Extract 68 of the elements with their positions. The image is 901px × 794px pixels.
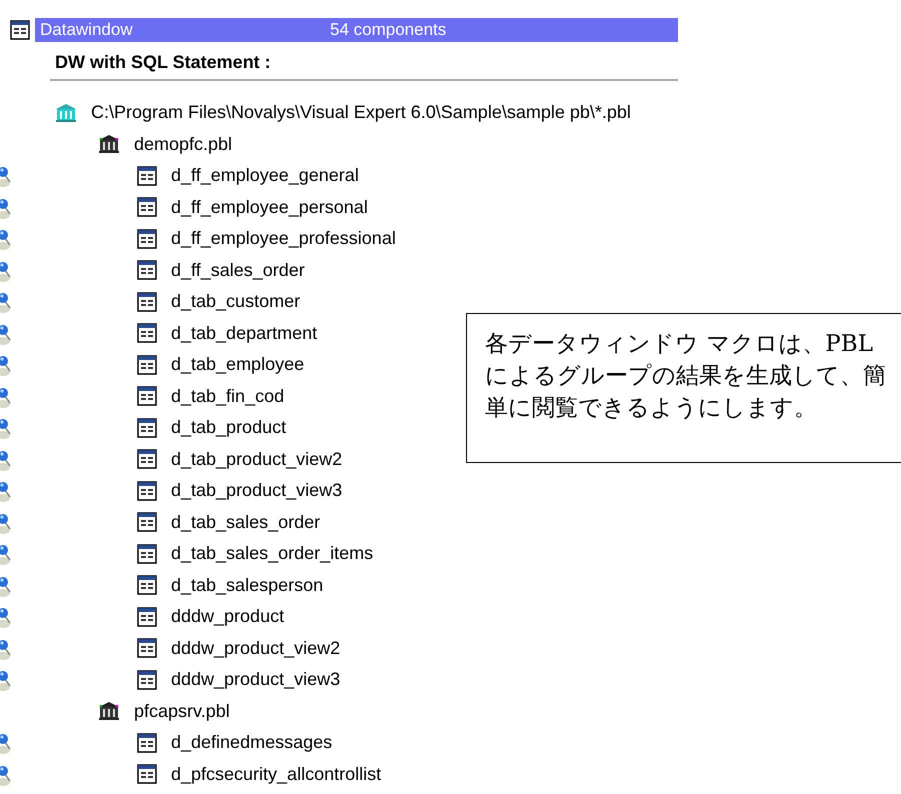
datawindow-icon bbox=[137, 575, 157, 596]
pin-icon bbox=[0, 764, 12, 786]
pin-icon bbox=[0, 733, 12, 755]
pin-icon bbox=[0, 386, 12, 408]
datawindow-icon bbox=[137, 638, 157, 658]
pin-icon bbox=[0, 418, 12, 440]
datawindow-icon bbox=[137, 292, 157, 312]
library-icon bbox=[98, 701, 120, 722]
tree-item[interactable]: d_pfcsecurity_allcontrollist bbox=[171, 764, 382, 785]
datawindow-icon bbox=[137, 228, 157, 249]
tree-item[interactable]: d_tab_sales_order_items bbox=[171, 543, 374, 564]
library-icon bbox=[55, 102, 77, 123]
tree-item[interactable]: d_tab_salesperson bbox=[171, 574, 324, 596]
pin-icon bbox=[0, 450, 12, 472]
datawindow-icon bbox=[137, 166, 157, 186]
pin-icon bbox=[0, 198, 12, 220]
datawindow-icon bbox=[137, 323, 157, 344]
datawindow-icon bbox=[137, 449, 157, 470]
pin-icon bbox=[0, 607, 12, 629]
datawindow-icon bbox=[137, 732, 157, 753]
datawindow-icon bbox=[137, 544, 157, 564]
datawindow-icon bbox=[137, 512, 157, 532]
pin-icon bbox=[0, 292, 12, 314]
datawindow-icon bbox=[137, 764, 157, 784]
pin-icon bbox=[0, 544, 12, 566]
datawindow-icon bbox=[137, 386, 157, 406]
pin-icon bbox=[0, 324, 12, 346]
library-icon bbox=[98, 134, 120, 154]
tree-item[interactable]: d_ff_employee_general bbox=[171, 165, 359, 186]
pin-icon bbox=[0, 481, 12, 503]
pin-icon bbox=[0, 355, 12, 377]
pin-icon bbox=[0, 512, 12, 534]
tree-item[interactable]: d_definedmessages bbox=[171, 732, 332, 754]
datawindow-icon bbox=[137, 480, 157, 501]
tree-item[interactable]: C:\Program Files\Novalys\Visual Expert 6.0\Sample\sample pb\*.pbl bbox=[91, 102, 631, 124]
tree-item[interactable]: d_tab_fin_cod bbox=[171, 386, 284, 407]
tree-item[interactable]: d_tab_product bbox=[171, 417, 286, 438]
tree-item[interactable]: d_tab_department bbox=[171, 322, 318, 344]
callout-note: 各データウィンドウ マクロは、PBL によるグループの結果を生成して、簡単に閲覧できるようにします。 bbox=[466, 313, 901, 463]
tree-item[interactable]: dddw_product_view2 bbox=[171, 638, 340, 659]
tree-item[interactable]: d_tab_product_view3 bbox=[171, 480, 342, 502]
tree-item[interactable]: d_tab_product_view2 bbox=[171, 448, 342, 470]
section-title: DW with SQL Statement : bbox=[50, 50, 678, 81]
datawindow-icon bbox=[137, 418, 157, 438]
tree-item[interactable]: d_ff_employee_professional bbox=[171, 228, 396, 250]
pin-icon bbox=[0, 638, 12, 660]
datawindow-icon bbox=[137, 354, 157, 375]
datawindow-icon bbox=[137, 606, 157, 627]
tree-item[interactable]: d_tab_customer bbox=[171, 291, 300, 312]
tree-item[interactable]: d_tab_employee bbox=[171, 354, 304, 376]
datawindow-icon bbox=[137, 260, 157, 280]
tree-item[interactable]: dddw_product bbox=[171, 606, 284, 628]
tree-item[interactable]: pfcapsrv.pbl bbox=[134, 700, 230, 722]
tree-item[interactable]: demopfc.pbl bbox=[134, 134, 232, 155]
datawindow-icon bbox=[137, 670, 157, 690]
component-count: 54 components bbox=[330, 20, 446, 40]
pin-icon bbox=[0, 229, 12, 251]
pin-icon bbox=[0, 670, 12, 692]
datawindow-icon bbox=[137, 197, 157, 218]
datawindow-icon bbox=[10, 20, 30, 40]
header-title: Datawindow bbox=[40, 20, 134, 40]
pin-icon bbox=[0, 260, 12, 282]
tree-item[interactable]: d_ff_sales_order bbox=[171, 260, 305, 281]
pin-icon bbox=[0, 166, 12, 188]
tree-item[interactable]: d_ff_employee_personal bbox=[171, 196, 368, 218]
tree-item[interactable]: dddw_product_view3 bbox=[171, 669, 340, 690]
pin-icon bbox=[0, 576, 12, 598]
tree-item[interactable]: d_tab_sales_order bbox=[171, 512, 320, 533]
